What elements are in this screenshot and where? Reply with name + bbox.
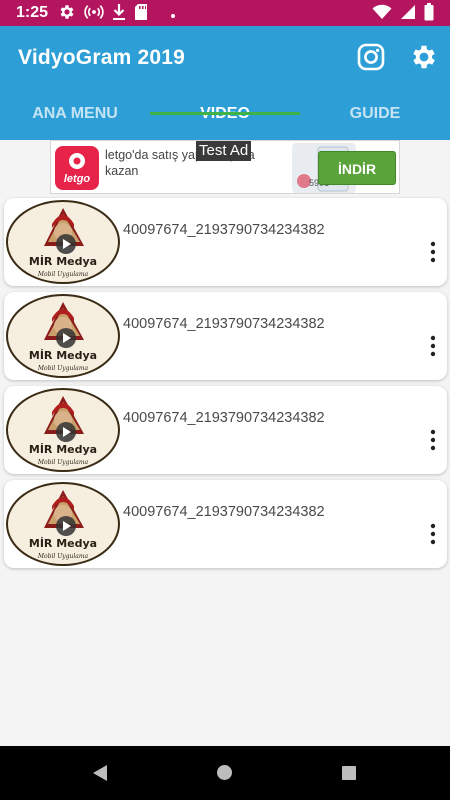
thumb-subtext: Mobil Uygulama [37, 365, 89, 372]
back-icon [93, 765, 107, 781]
video-thumbnail[interactable]: MİR Medya Mobil Uygulama [6, 294, 120, 378]
more-options-button[interactable] [424, 239, 442, 265]
video-item[interactable]: MİR Medya Mobil Uygulama 40097674_219379… [4, 292, 447, 380]
settings-icon [58, 3, 76, 26]
wifi-icon [372, 4, 392, 25]
more-vert-icon [430, 335, 436, 357]
settings-button[interactable] [409, 42, 439, 72]
video-title: 40097674_2193790734234382 [123, 504, 325, 520]
tab-ana-menu[interactable]: ANA MENU [0, 92, 150, 140]
download-icon [112, 3, 126, 26]
video-thumbnail[interactable]: MİR Medya Mobil Uygulama [6, 388, 120, 472]
ad-brand: letgo [63, 173, 91, 185]
navigation-bar [0, 746, 450, 800]
thumb-text: MİR Medya [29, 536, 97, 550]
tab-bar: ANA MENU VIDEO GUIDE [0, 92, 450, 140]
status-bar: 1:25 [0, 0, 450, 26]
app-title: VidyoGram 2019 [18, 46, 186, 69]
video-item[interactable]: MİR Medya Mobil Uygulama 40097674_219379… [4, 198, 447, 286]
video-item[interactable]: MİR Medya Mobil Uygulama 40097674_219379… [4, 386, 447, 474]
more-vert-icon [430, 523, 436, 545]
app-bar: VidyoGram 2019 ANA MENU VIDEO GUIDE [0, 26, 450, 140]
letgo-logo: letgo [55, 146, 99, 190]
test-ad-label: Test Ad [196, 141, 252, 161]
battery-icon [424, 3, 434, 26]
more-options-button[interactable] [424, 427, 442, 453]
more-options-button[interactable] [424, 521, 442, 547]
thumb-subtext: Mobil Uygulama [37, 553, 89, 560]
video-thumbnail[interactable]: MİR Medya Mobil Uygulama [6, 482, 120, 566]
system-icons [372, 3, 434, 26]
video-title: 40097674_2193790734234382 [123, 316, 325, 332]
home-button[interactable] [217, 765, 232, 780]
instagram-icon [357, 43, 385, 71]
signal-icon [400, 4, 416, 25]
more-options-button[interactable] [424, 333, 442, 359]
video-thumbnail[interactable]: MİR Medya Mobil Uygulama [6, 200, 120, 284]
broadcast-icon [84, 3, 104, 26]
status-time: 1:25 [16, 4, 49, 21]
instagram-button[interactable] [357, 43, 385, 71]
tab-label: GUIDE [349, 105, 401, 122]
thumb-text: MİR Medya [29, 348, 97, 362]
thumb-subtext: Mobil Uygulama [37, 459, 89, 466]
thumb-text: MİR Medya [29, 442, 97, 456]
back-button[interactable] [92, 764, 108, 787]
sd-card-icon [134, 3, 148, 26]
recents-button[interactable] [342, 766, 356, 780]
tab-guide[interactable]: GUIDE [300, 92, 450, 140]
ad-install-button[interactable]: İNDİR [318, 151, 396, 185]
more-vert-icon [430, 429, 436, 451]
video-title: 40097674_2193790734234382 [123, 222, 325, 238]
tab-label: ANA MENU [32, 105, 118, 122]
video-title: 40097674_2193790734234382 [123, 410, 325, 426]
active-tab-indicator [150, 112, 300, 115]
more-vert-icon [430, 241, 436, 263]
thumb-subtext: Mobil Uygulama [37, 271, 89, 278]
tab-video[interactable]: VIDEO [150, 92, 300, 140]
dot-icon [170, 6, 176, 24]
settings-icon [413, 45, 435, 69]
notification-icons [58, 3, 176, 26]
thumb-text: MİR Medya [29, 254, 97, 268]
video-item[interactable]: MİR Medya Mobil Uygulama 40097674_219379… [4, 480, 447, 568]
